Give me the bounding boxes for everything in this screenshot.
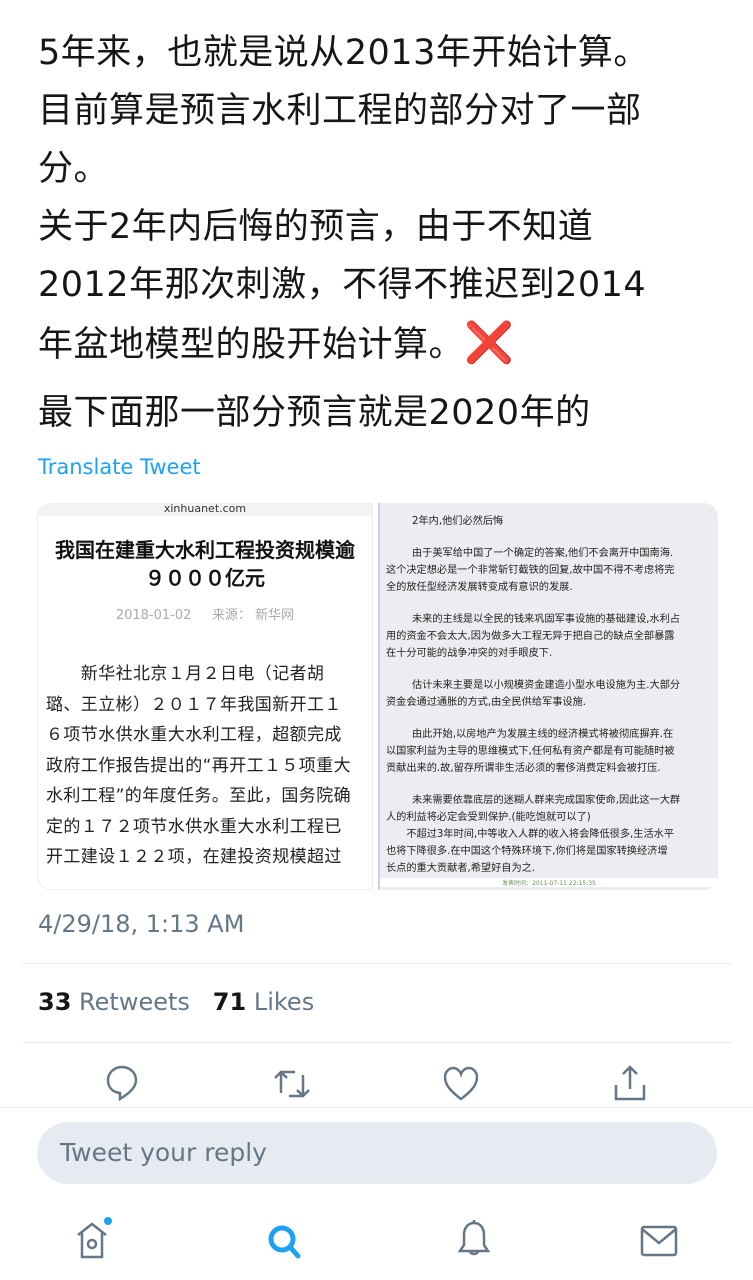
tweet-line: 2012年那次刺激，不得不推迟到2014 [38,265,647,305]
prophecy-paragraph: 未来的主线是以全民的钱来巩固军事设施的基础建设,水利占 用的资金不会太大,因为做… [386,611,710,662]
likes-count: 71 [212,988,247,1016]
tweet-line: 分。 [38,149,110,189]
translate-tweet-link[interactable]: Translate Tweet [38,455,201,479]
tweet-media[interactable]: xinhuanet.com 我国在建重大水利工程投资规模逾 ９０００亿元 201… [37,503,718,890]
headline-line: ９０００亿元 [145,566,265,590]
prophecy-line: 由此开始,以房地产为发展主线的经济模式将被彻底摒弃.在 [412,729,674,740]
prophecy-line: 用的资金不会太大,因为做多大工程无异于把自己的缺点全部暴露 [386,631,675,642]
prophecy-screenshot-image[interactable]: 2年内,他们必然后悔 由于美军给中国了一个确定的答案,他们不会离开中国南海. 这… [378,503,718,890]
prophecy-line: 人的利益将必定会受到保护.(能吃饱就可以了) [386,812,591,823]
prophecy-line: 资金会通过通胀的方式,由全民供给军事设施. [386,697,587,708]
prophecy-line: 在十分可能的战争冲突的对手眼皮下. [386,648,553,659]
prophecy-paragraph: 由于美军给中国了一个确定的答案,他们不会离开中国南海. 这个决定想必是一个非常斩… [386,545,710,596]
news-body: 新华社北京１月２日电（记者胡 璐、王立彬）２０１７年我国新开工１ ６项节水供水重… [38,659,372,873]
news-body-line: 新华社北京１月２日电（记者胡 [46,664,325,684]
prophecy-line: 估计未来主要是以小规模资金建造小型水电设施为主.大部分 [412,680,681,691]
news-body-line: 璐、王立彬）２０１７年我国新开工１ [46,694,342,715]
prophecy-line: 未来的主线是以全民的钱来巩固军事设施的基础建设,水利占 [412,614,681,625]
news-body-line: 政府工作报告提出的“再开工１５项重大 [46,755,352,776]
prophecy-line: 这个决定想必是一个非常斩钉截铁的回复,故中国不得不考虑将完 [386,565,675,576]
prophecy-paragraph: 未来需要依靠底层的迷糊人群来完成国家使命,因此这一大群 人的利益将必定会受到保护… [386,792,710,877]
prophecy-paragraph: 估计未来主要是以小规模资金建造小型水电设施为主.大部分 资金会通过通胀的方式,由… [386,677,710,711]
prophecy-line: 由于美军给中国了一个确定的答案,他们不会离开中国南海. [412,548,674,559]
likes-label: Likes [253,988,315,1016]
news-source: 来源： 新华网 [212,608,295,623]
news-body-line: 定的１７２项节水供水重大水利工程已 [46,816,342,837]
notifications-icon[interactable] [452,1215,496,1265]
divider [0,1107,753,1108]
tweet-timestamp: 4/29/18, 1:13 AM [38,910,245,938]
tweet-line: 5年来，也就是说从2013年开始计算。 [38,33,649,73]
share-icon[interactable] [610,1063,650,1105]
tweet-line: 年盆地模型的股开始计算。 [38,325,465,365]
tweet-actions [0,1063,753,1105]
prophecy-paragraph: 由此开始,以房地产为发展主线的经济模式将被彻底摒弃.在 以国家利益为主导的思维模… [386,726,710,777]
news-date: 2018-01-02 [115,608,192,623]
news-headline: 我国在建重大水利工程投资规模逾 ９０００亿元 [38,536,372,592]
tweet-line: 关于2年内后悔的预言，由于不知道 [38,207,594,247]
prophecy-line: 也将下降很多.在中国这个特殊环境下,你们将是国家转换经济增 [386,846,668,857]
news-screenshot-image[interactable]: xinhuanet.com 我国在建重大水利工程投资规模逾 ９０００亿元 201… [37,503,373,890]
prophecy-line: 长点的重大贡献者,希望好自为之. [386,863,536,874]
retweet-icon[interactable] [272,1063,312,1105]
tweet-line: 最下面那一部分预言就是2020年的 [38,393,591,433]
tweet-line: 目前算是预言水利工程的部分对了一部 [38,91,642,131]
engagement-counts: 33 Retweets 71 Likes [38,988,314,1016]
retweets-label: Retweets [79,988,190,1016]
home-icon[interactable] [72,1215,116,1265]
cross-mark-icon: ❌ [464,320,515,366]
prophecy-line: 全的放任型经济发展转变成有意识的发展. [386,582,573,593]
prophecy-line: 2年内,他们必然后悔 [412,516,504,527]
tweet-line-with-cross: 年盆地模型的股开始计算。❌ [38,314,738,374]
divider [22,1042,731,1043]
prophecy-line: 未来需要依靠底层的迷糊人群来完成国家使命,因此这一大群 [412,795,681,806]
messages-icon[interactable] [638,1215,682,1265]
search-icon[interactable] [262,1215,306,1265]
retweets-link[interactable]: 33 Retweets [38,988,190,1016]
likes-link[interactable]: 71 Likes [213,988,314,1016]
news-body-line: 开工建设１２２项，在建投资规模超过 [46,847,342,867]
tweet-text: 5年来，也就是说从2013年开始计算。 目前算是预言水利工程的部分对了一部 分。… [38,24,738,442]
prophecy-line: 贡献出来的.故,留存所谓非生活必须的奢侈消费定料会被打压. [386,763,661,774]
prophecy-title: 2年内,他们必然后悔 [386,513,710,530]
site-url: xinhuanet.com [38,503,372,516]
news-meta: 2018-01-02 来源： 新华网 [38,604,372,623]
news-body-line: 水利工程”的年度任务。至此，国务院确 [46,786,352,806]
divider [22,963,731,964]
headline-line: 我国在建重大水利工程投资规模逾 [55,538,355,562]
news-body-line: ６项节水供水重大水利工程，超额完成 [46,725,342,745]
prophecy-line: 以国家利益为主导的思维模式下,任何私有资产都是有可能随时被 [386,746,675,757]
reply-input[interactable]: Tweet your reply [37,1122,717,1184]
reply-icon[interactable] [102,1063,142,1105]
like-icon[interactable] [441,1063,481,1105]
prophecy-line: 不超过3年时间,中等收入人群的收入将会降低很多,生活水平 [386,829,675,840]
post-time-stamp: 发表时间：2011-07-11 22:15:35 [380,878,718,887]
retweets-count: 33 [38,988,72,1016]
